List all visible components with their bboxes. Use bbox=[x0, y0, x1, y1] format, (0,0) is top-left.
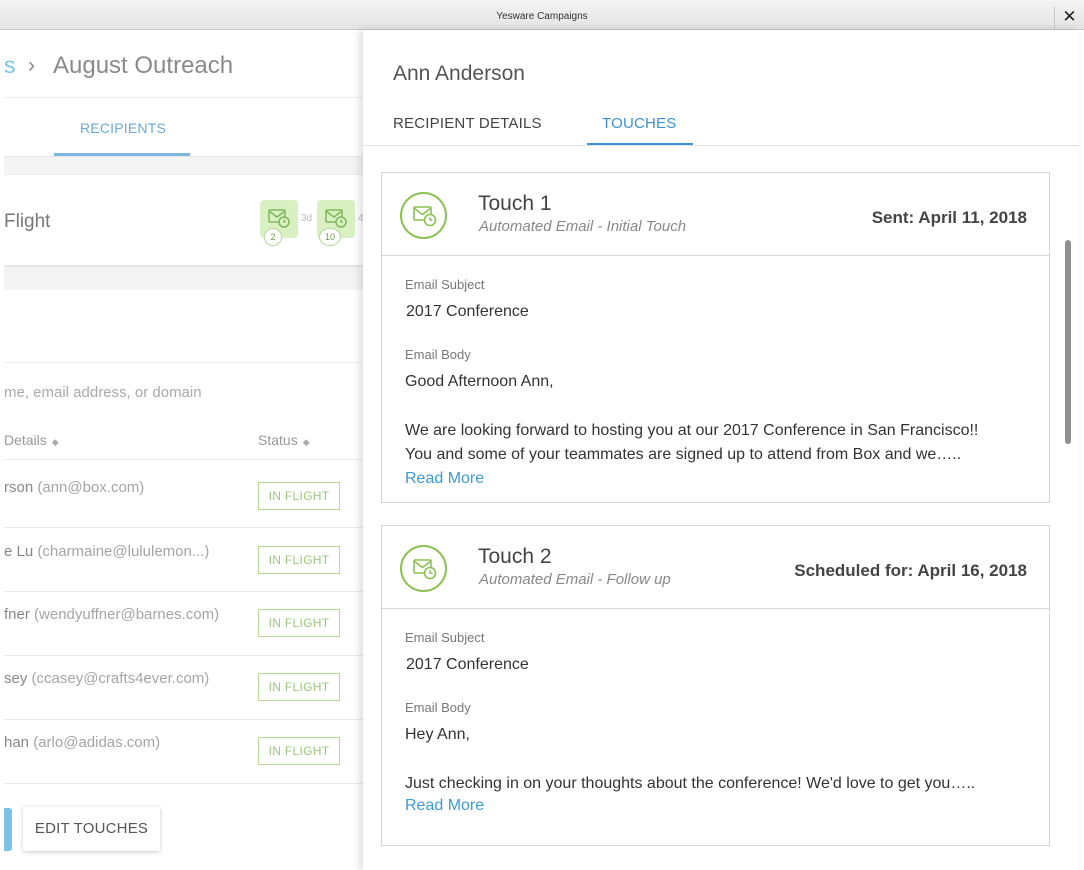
touch-title: Touch 1 bbox=[478, 192, 552, 215]
touch-count-badge: 10 bbox=[319, 228, 341, 246]
list-divider bbox=[4, 362, 363, 363]
recipient-email: (ann@box.com) bbox=[37, 479, 145, 496]
recipient-email: (arlo@adidas.com) bbox=[33, 734, 161, 751]
email-subject-label: Email Subject bbox=[405, 630, 485, 645]
recipient-cell: han (arlo@adidas.com) bbox=[4, 734, 160, 751]
sort-icon: ◆ bbox=[302, 437, 310, 447]
email-body-line: We are looking forward to hosting you at… bbox=[405, 422, 979, 439]
window-titlebar: Yesware Campaigns ✕ bbox=[0, 0, 1084, 30]
touch-card: Touch 2 Automated Email - Follow up Sche… bbox=[381, 525, 1050, 846]
recipient-name: e Lu bbox=[4, 543, 34, 560]
recipient-email: (wendyuffner@barnes.com) bbox=[34, 606, 220, 623]
email-body-greeting: Hey Ann, bbox=[405, 726, 470, 743]
touch-card-header: Touch 2 Automated Email - Follow up Sche… bbox=[382, 526, 1049, 609]
email-clock-icon bbox=[400, 545, 447, 592]
edit-touches-button[interactable]: EDIT TOUCHES bbox=[23, 807, 160, 851]
header-divider bbox=[4, 97, 363, 98]
email-clock-icon[interactable]: 2 bbox=[260, 200, 298, 246]
touch-card-header: Touch 1 Automated Email - Initial Touch … bbox=[382, 173, 1049, 256]
flight-label: Flight bbox=[4, 211, 51, 232]
campaign-header: s › August Outreach RECIPIENTS bbox=[4, 30, 363, 157]
campaign-title: August Outreach bbox=[53, 52, 234, 79]
email-body-label: Email Body bbox=[405, 347, 471, 362]
email-clock-icon[interactable]: 10 bbox=[317, 200, 355, 246]
recipient-cell: fner (wendyuffner@barnes.com) bbox=[4, 606, 219, 623]
email-subject-label: Email Subject bbox=[405, 277, 485, 292]
column-header-status[interactable]: Status ◆ bbox=[258, 432, 310, 448]
breadcrumb-parent-link[interactable]: s bbox=[4, 52, 16, 79]
list-divider bbox=[4, 591, 363, 592]
column-header-label: Details bbox=[4, 432, 47, 448]
recipient-search-input[interactable]: me, email address, or domain bbox=[4, 384, 202, 401]
touch-count-badge: 2 bbox=[264, 228, 282, 246]
touch-type: Automated Email - Follow up bbox=[479, 571, 671, 588]
primary-action-button[interactable] bbox=[4, 808, 12, 851]
tab-recipient-details[interactable]: RECIPIENT DETAILS bbox=[393, 115, 542, 132]
touch-date: Sent: April 11, 2018 bbox=[871, 208, 1027, 227]
status-badge: IN FLIGHT bbox=[258, 737, 340, 765]
campaign-background-panel: s › August Outreach RECIPIENTS Flight 2 … bbox=[4, 30, 363, 870]
flight-card: Flight 2 3d 10 4 bbox=[4, 175, 363, 265]
tab-recipients[interactable]: RECIPIENTS bbox=[55, 120, 191, 136]
status-badge: IN FLIGHT bbox=[258, 673, 340, 701]
list-divider bbox=[4, 459, 363, 460]
window-title: Yesware Campaigns bbox=[496, 11, 588, 22]
tab-touches[interactable]: TOUCHES bbox=[602, 115, 676, 132]
email-clock-icon bbox=[400, 192, 447, 239]
status-badge: IN FLIGHT bbox=[258, 609, 340, 637]
touch-type: Automated Email - Initial Touch bbox=[479, 218, 687, 235]
recipient-email: (charmaine@lululemon...) bbox=[37, 543, 210, 560]
recipient-cell: rson (ann@box.com) bbox=[4, 479, 144, 496]
list-divider bbox=[4, 655, 363, 656]
email-body-line: You and some of your teammates are signe… bbox=[405, 446, 962, 463]
column-header-details[interactable]: Details ◆ bbox=[4, 432, 59, 448]
column-header-label: Status bbox=[258, 432, 298, 448]
email-subject: 2017 Conference bbox=[406, 303, 529, 320]
chevron-right-icon: › bbox=[28, 54, 35, 77]
touch-title: Touch 2 bbox=[478, 545, 552, 568]
status-badge: IN FLIGHT bbox=[258, 482, 340, 510]
recipient-detail-panel: Ann Anderson RECIPIENT DETAILS TOUCHES T… bbox=[363, 30, 1079, 870]
recipient-name: fner bbox=[4, 606, 30, 623]
status-badge: IN FLIGHT bbox=[258, 546, 340, 574]
email-body-label: Email Body bbox=[405, 700, 471, 715]
recipient-email: (ccasey@crafts4ever.com) bbox=[31, 670, 210, 687]
list-divider bbox=[4, 527, 363, 528]
read-more-link[interactable]: Read More bbox=[405, 470, 484, 488]
email-subject: 2017 Conference bbox=[406, 656, 529, 673]
email-body-greeting: Good Afternoon Ann, bbox=[405, 373, 554, 390]
recipient-name-heading: Ann Anderson bbox=[393, 62, 525, 85]
recipient-cell: e Lu (charmaine@lululemon...) bbox=[4, 543, 209, 560]
tab-active-underline bbox=[54, 153, 190, 156]
sort-icon: ◆ bbox=[51, 437, 59, 447]
scrollbar-thumb[interactable] bbox=[1065, 240, 1071, 444]
email-body-line: Just checking in on your thoughts about … bbox=[405, 775, 976, 792]
recipient-cell: sey (ccasey@crafts4ever.com) bbox=[4, 670, 209, 687]
touch-gap-label: 3d bbox=[301, 213, 313, 224]
touch-card: Touch 1 Automated Email - Initial Touch … bbox=[381, 172, 1050, 503]
read-more-link[interactable]: Read More bbox=[405, 797, 484, 815]
recipient-name: han bbox=[4, 734, 30, 751]
recipients-list: me, email address, or domain Details ◆ St… bbox=[4, 290, 363, 790]
recipient-name: sey bbox=[4, 670, 28, 687]
list-divider bbox=[4, 783, 363, 784]
touch-date: Scheduled for: April 16, 2018 bbox=[794, 561, 1027, 580]
recipient-name: rson bbox=[4, 479, 34, 496]
tab-divider bbox=[363, 145, 1079, 146]
list-divider bbox=[4, 719, 363, 720]
close-icon[interactable]: ✕ bbox=[1054, 6, 1084, 30]
